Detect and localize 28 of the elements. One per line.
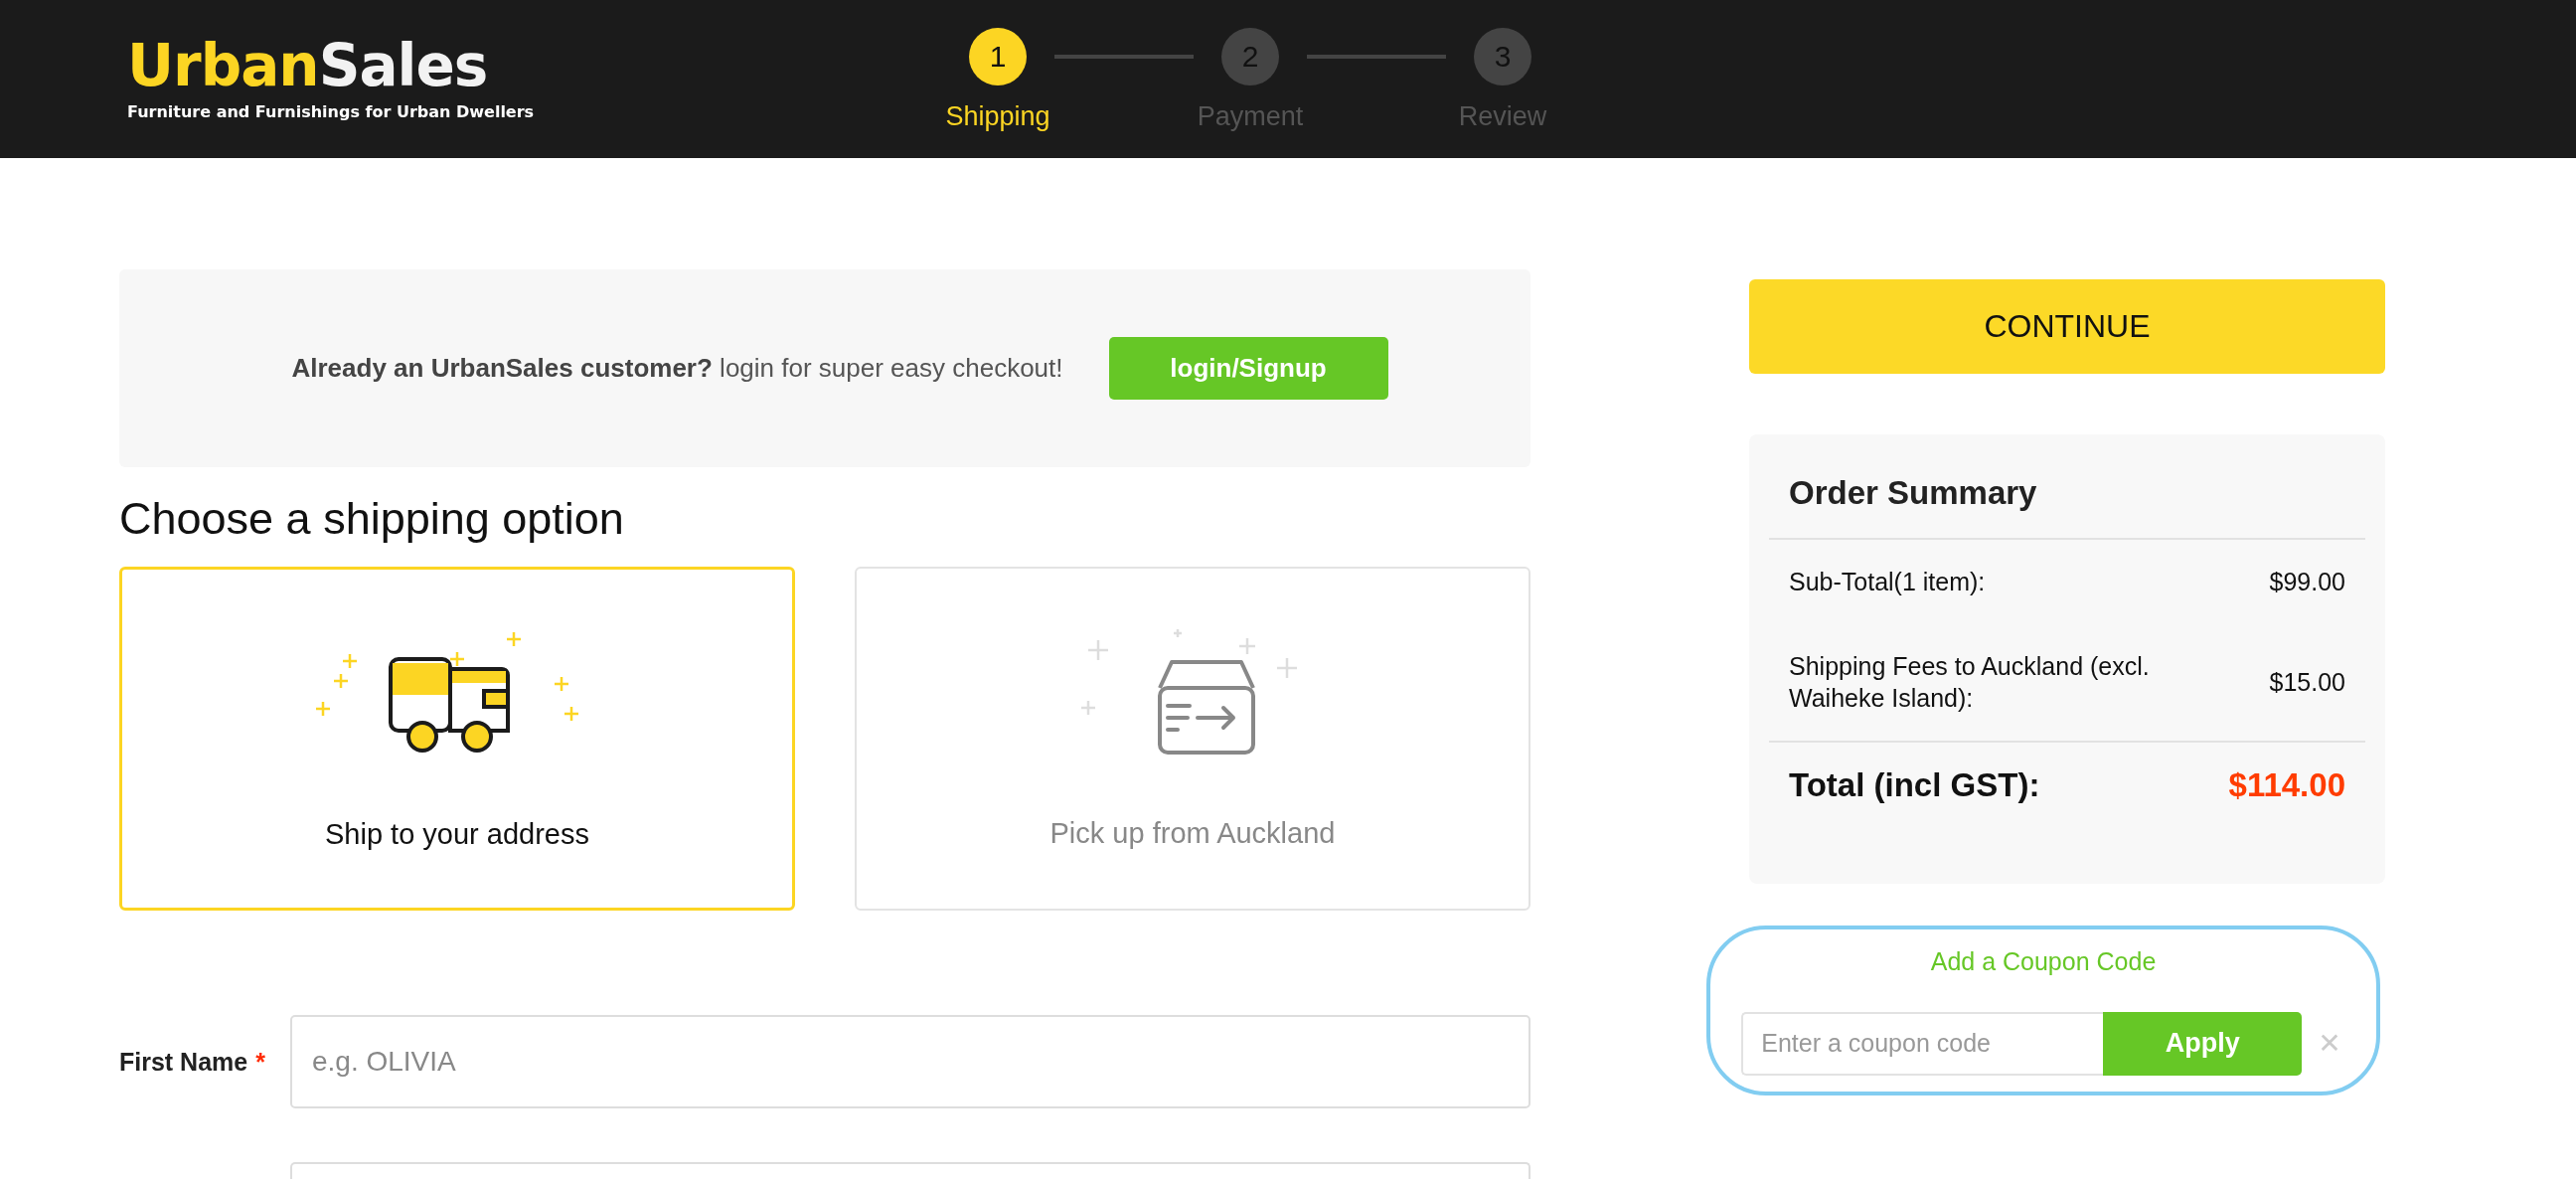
login-button[interactable]: login/Signup	[1108, 337, 1388, 400]
option-label: Pick up from Auckland	[1049, 817, 1336, 850]
summary-amount: $99.00	[2269, 567, 2345, 596]
section-heading: Choose a shipping option	[119, 493, 625, 545]
required-mark: *	[255, 1047, 265, 1076]
total-label: Total (incl GST):	[1789, 765, 2040, 804]
step-label[interactable]: Shipping	[945, 101, 1050, 132]
coupon-field[interactable]: Enter a coupon code	[1741, 1011, 2104, 1076]
login-prompt: Already an UrbanSales customer? login for super easy checkout!	[291, 353, 1063, 384]
shipping-option[interactable]: Ship to your address	[119, 567, 795, 911]
shipping-option[interactable]: Pick up from Auckland	[855, 567, 1530, 911]
apply-button[interactable]: Apply	[2103, 1011, 2303, 1076]
summary-amount: $15.00	[2269, 667, 2345, 697]
step-number[interactable]: 1	[969, 28, 1027, 85]
continue-button[interactable]: CONTINUE	[1749, 279, 2385, 374]
step-label[interactable]: Payment	[1197, 101, 1304, 132]
total-amount: $114.00	[2228, 765, 2345, 804]
close-button[interactable]: ✕	[2314, 1027, 2345, 1060]
option-label: Ship to your address	[325, 818, 589, 851]
field-label: First Name *	[119, 1047, 266, 1077]
logo[interactable]: UrbanSales	[127, 37, 938, 94]
summary-label: Sub-Total(1 item):	[1789, 567, 1986, 597]
summary-title: Order Summary	[1769, 474, 2365, 540]
coupon-title: Add a Coupon Code	[1930, 946, 2157, 976]
step-label[interactable]: Review	[1458, 101, 1547, 132]
summary-label: Shipping Fees to Auckland (excl. Waiheke Island):	[1789, 650, 2151, 714]
input-field[interactable]: e.g. OLIVIA	[290, 1015, 1530, 1108]
tagline: Furniture and Furnishings for Urban Dwellers	[127, 102, 536, 121]
